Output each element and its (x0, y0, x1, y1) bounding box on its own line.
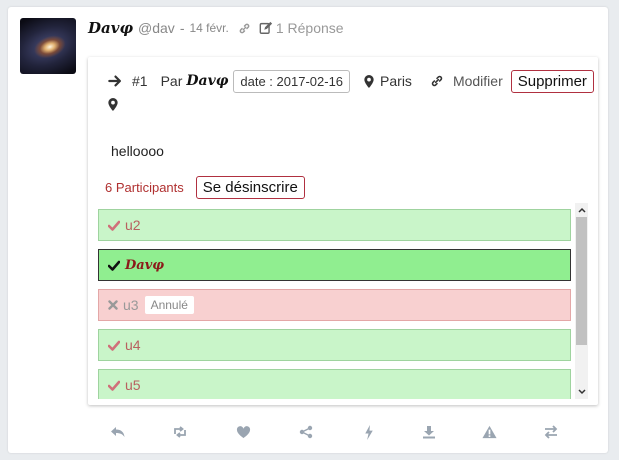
cancelled-badge: Annulé (144, 296, 194, 314)
arrow-right-icon (108, 74, 123, 88)
author-name[interactable]: Davφ (88, 19, 133, 37)
map-marker-icon (364, 74, 374, 88)
replies-count[interactable]: 1 Réponse (276, 20, 344, 36)
reply-icon[interactable] (109, 423, 127, 441)
event-number: #1 (132, 73, 148, 89)
check-icon (108, 220, 120, 231)
participants-count[interactable]: 6 Participants (105, 180, 184, 195)
delete-button[interactable]: Supprimer (510, 69, 594, 93)
edit-link[interactable]: Modifier (453, 73, 503, 89)
participant-name: u5 (125, 377, 141, 393)
scroll-up-icon[interactable] (575, 204, 588, 216)
by-label: Par (160, 73, 183, 89)
event-date-badge: date : 2017-02-16 (233, 69, 351, 93)
list-item: u4 (98, 329, 571, 361)
avatar[interactable] (20, 18, 76, 74)
participants-bar: 6 Participants Se désinscrire (105, 176, 305, 199)
event-panel: #1 Par Davφ date : 2017-02-16 Paris Modi… (88, 57, 598, 405)
author-handle[interactable]: @dav (138, 20, 175, 36)
transfer-icon[interactable] (542, 423, 560, 441)
link-icon[interactable] (238, 22, 251, 35)
event-body: helloooo (111, 143, 164, 159)
edit-icon[interactable] (259, 21, 273, 35)
warning-icon[interactable] (480, 423, 498, 441)
event-author[interactable]: Davφ (186, 73, 228, 89)
unsubscribe-button[interactable]: Se désinscrire (195, 176, 305, 199)
list-item: u5 (98, 369, 571, 399)
participant-name: Davφ (125, 257, 165, 273)
event-location: Paris (380, 73, 412, 89)
header-separator: - (179, 20, 185, 36)
participant-name: u2 (125, 217, 141, 233)
participant-name: u3 (123, 297, 139, 313)
download-icon[interactable] (420, 423, 438, 441)
scrollbar-thumb[interactable] (576, 217, 587, 345)
check-icon (108, 380, 120, 391)
post-date[interactable]: 14 févr. (189, 21, 228, 35)
participants-list[interactable]: u2 Davφ u3 Annulé u4 u5 (98, 203, 588, 399)
post-header: Davφ @dav - 14 févr. 1 Réponse (88, 19, 344, 37)
check-icon (108, 340, 120, 351)
post-card: Davφ @dav - 14 févr. 1 Réponse #1 Par Da… (8, 7, 608, 453)
list-item: Davφ (98, 249, 571, 281)
list-item: u2 (98, 209, 571, 241)
check-icon (108, 260, 120, 271)
event-header: #1 Par Davφ date : 2017-02-16 Paris Modi… (108, 69, 594, 93)
share-icon[interactable] (297, 423, 315, 441)
retweet-icon[interactable] (171, 423, 189, 441)
link-icon (430, 74, 444, 88)
heart-icon[interactable] (234, 423, 252, 441)
list-item: u3 Annulé (98, 289, 571, 321)
scroll-down-icon[interactable] (575, 386, 588, 398)
scrollbar[interactable] (575, 203, 588, 399)
close-icon (108, 300, 118, 310)
bolt-icon[interactable] (360, 423, 378, 441)
participant-name: u4 (125, 337, 141, 353)
map-marker-icon (108, 98, 118, 111)
action-bar (104, 423, 564, 443)
